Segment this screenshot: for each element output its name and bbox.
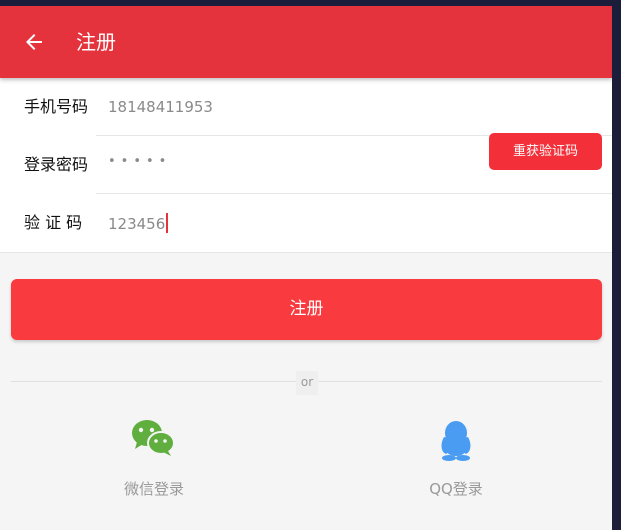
code-row: 验 证 码 123456 bbox=[0, 194, 612, 252]
wechat-login-button[interactable]: 微信登录 bbox=[74, 416, 234, 516]
register-button[interactable]: 注册 bbox=[11, 279, 602, 340]
wechat-icon bbox=[132, 420, 175, 456]
text-cursor bbox=[166, 213, 169, 233]
or-divider-right bbox=[318, 381, 602, 382]
qq-icon bbox=[441, 421, 471, 461]
register-screen: 注册 手机号码 18148411953 登录密码 ••••• 验 证 码 123… bbox=[0, 6, 612, 530]
qq-login-label: QQ登录 bbox=[429, 480, 483, 498]
phone-input[interactable]: 18148411953 bbox=[108, 97, 213, 117]
qq-login-button[interactable]: QQ登录 bbox=[376, 416, 536, 516]
resend-code-button[interactable]: 重获验证码 bbox=[489, 133, 602, 170]
phone-row: 手机号码 18148411953 bbox=[0, 78, 612, 136]
password-label: 登录密码 bbox=[24, 155, 89, 174]
window-edge bbox=[612, 0, 621, 530]
password-input[interactable]: ••••• bbox=[108, 152, 171, 172]
phone-label: 手机号码 bbox=[24, 97, 89, 116]
code-value: 123456 bbox=[108, 215, 166, 233]
app-bar: 注册 bbox=[0, 6, 612, 78]
arrow-left-icon[interactable] bbox=[22, 30, 46, 54]
page-title: 注册 bbox=[76, 30, 116, 54]
divider bbox=[0, 252, 612, 253]
or-text: or bbox=[296, 371, 318, 395]
or-divider-left bbox=[11, 381, 296, 382]
code-input[interactable]: 123456 bbox=[108, 213, 169, 234]
code-label: 验 证 码 bbox=[24, 213, 83, 232]
wechat-login-label: 微信登录 bbox=[123, 480, 184, 498]
